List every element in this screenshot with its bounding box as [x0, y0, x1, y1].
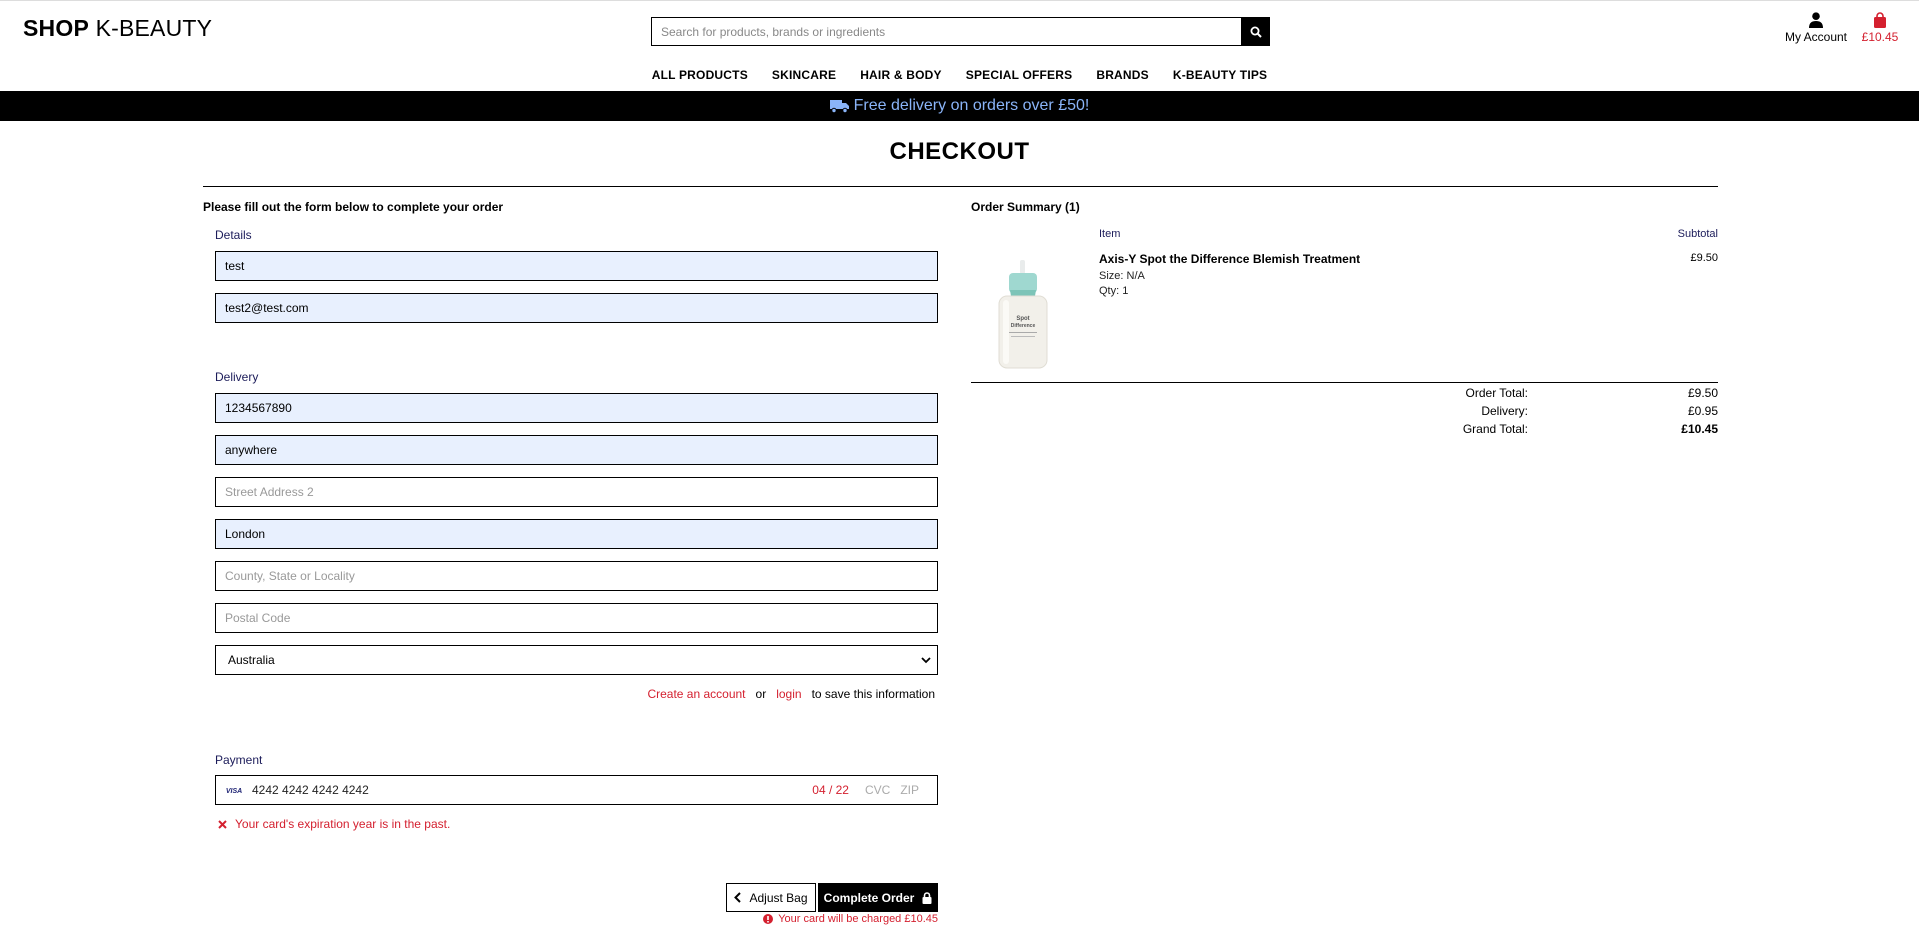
full-name-field[interactable]: test	[215, 251, 938, 281]
login-link[interactable]: login	[776, 687, 801, 701]
product-subtotal: £9.50	[1690, 252, 1718, 264]
top-border	[0, 0, 1919, 1]
item-column-header: Item	[1099, 228, 1121, 240]
phone-value: 1234567890	[225, 401, 292, 415]
card-zip-placeholder: ZIP	[900, 783, 919, 797]
form-intro: Please fill out the form below to comple…	[203, 200, 504, 214]
card-number-value: 4242 4242 4242 4242	[252, 783, 369, 797]
order-total-value: £9.50	[1687, 386, 1718, 400]
card-expiry-value: 04 / 22	[812, 783, 849, 797]
form-actions: Adjust Bag Complete Order	[726, 883, 938, 912]
svg-text:Difference: Difference	[1011, 323, 1036, 329]
create-account-link[interactable]: Create an account	[647, 687, 745, 701]
delivery-banner: Free delivery on orders over £50!	[0, 91, 1919, 121]
charge-note: Your card will be charged £10.45	[203, 913, 938, 925]
cart-total: £10.45	[1861, 30, 1899, 44]
logo-bold: SHOP	[23, 15, 89, 41]
truck-icon	[829, 100, 849, 113]
card-cvc-placeholder: CVC	[864, 783, 891, 797]
nav-skincare[interactable]: SKINCARE	[772, 68, 836, 82]
email-field[interactable]: test2@test.com	[215, 293, 938, 323]
main-nav: ALL PRODUCTS SKINCARE HAIR & BODY SPECIA…	[0, 68, 1919, 82]
street-address-1-value: anywhere	[225, 443, 278, 457]
banner-text: Free delivery on orders over £50!	[853, 97, 1090, 114]
complete-order-button[interactable]: Complete Order	[818, 883, 938, 912]
chevron-down-icon	[921, 657, 931, 664]
my-account-link[interactable]: My Account	[1776, 12, 1856, 44]
details-label: Details	[215, 228, 252, 242]
card-element[interactable]: VISA 4242 4242 4242 4242 04 / 22 CVC ZIP	[215, 775, 938, 805]
title-divider	[203, 186, 1718, 187]
nav-brands[interactable]: BRANDS	[1096, 68, 1149, 82]
search-bar	[651, 17, 1270, 46]
delivery-label: Delivery	[215, 370, 259, 384]
visa-brand-text: VISA	[226, 788, 242, 795]
nav-hair-body[interactable]: HAIR & BODY	[860, 68, 942, 82]
search-icon	[1250, 26, 1262, 38]
county-field[interactable]: County, State or Locality	[215, 561, 938, 591]
chevron-left-icon	[734, 892, 742, 903]
order-summary: Order Summary (1) Item Subtotal Spot Dif…	[971, 200, 1718, 436]
grand-total-label: Grand Total:	[1462, 422, 1528, 436]
lock-icon	[922, 891, 932, 904]
error-x-icon	[218, 819, 227, 829]
country-value: Australia	[228, 653, 275, 667]
checkout-form: Please fill out the form below to comple…	[203, 200, 938, 925]
email-value: test2@test.com	[225, 301, 309, 315]
full-name-value: test	[225, 259, 245, 273]
card-error-text: Your card's expiration year is in the pa…	[235, 817, 451, 831]
order-summary-title: Order Summary (1)	[971, 200, 1080, 214]
street-address-1-field[interactable]: anywhere	[215, 435, 938, 465]
product-qty: Qty: 1	[1099, 285, 1129, 297]
card-error: Your card's expiration year is in the pa…	[218, 817, 450, 831]
nav-kbeauty-tips[interactable]: K-BEAUTY TIPS	[1173, 68, 1267, 82]
page-title: CHECKOUT	[889, 138, 1030, 165]
logo-rest: K-BEAUTY	[88, 15, 213, 41]
grand-total-value: £10.45	[1681, 422, 1718, 436]
street-address-2-field[interactable]: Street Address 2	[215, 477, 938, 507]
country-select[interactable]: Australia	[215, 645, 938, 675]
search-input[interactable]	[651, 17, 1241, 46]
adjust-bag-button[interactable]: Adjust Bag	[726, 883, 816, 912]
summary-divider	[971, 382, 1718, 383]
payment-label: Payment	[215, 753, 263, 767]
phone-field[interactable]: 1234567890	[215, 393, 938, 423]
product-image[interactable]: Spot Difference	[993, 260, 1053, 370]
bag-icon	[1874, 12, 1886, 28]
adjust-bag-label: Adjust Bag	[749, 890, 808, 905]
county-placeholder: County, State or Locality	[225, 569, 355, 583]
charge-note-text: Your card will be charged £10.45	[778, 913, 938, 925]
delivery-cost-value: £0.95	[1687, 404, 1718, 418]
user-icon	[1809, 12, 1823, 28]
order-total-label: Order Total:	[1465, 386, 1528, 400]
town-value: London	[225, 527, 266, 541]
my-account-label: My Account	[1784, 30, 1848, 44]
save-suffix: to save this information	[811, 687, 935, 701]
site-logo[interactable]: SHOP K-BEAUTY	[23, 15, 212, 42]
save-info-text: Create an account or login to save this …	[203, 687, 935, 701]
product-size: Size: N/A	[1099, 270, 1145, 282]
product-name[interactable]: Axis-Y Spot the Difference Blemish Treat…	[1099, 252, 1360, 266]
postcode-field[interactable]: Postal Code	[215, 603, 938, 633]
search-button[interactable]	[1241, 17, 1270, 46]
shopping-bag-link[interactable]: £10.45	[1856, 12, 1904, 44]
complete-order-label: Complete Order	[823, 890, 915, 905]
street-address-2-placeholder: Street Address 2	[225, 485, 314, 499]
town-field[interactable]: London	[215, 519, 938, 549]
delivery-cost-label: Delivery:	[1481, 404, 1528, 418]
subtotal-column-header: Subtotal	[1677, 228, 1718, 240]
or-text: or	[755, 687, 767, 701]
nav-special-offers[interactable]: SPECIAL OFFERS	[966, 68, 1073, 82]
postcode-placeholder: Postal Code	[225, 611, 291, 625]
nav-all-products[interactable]: ALL PRODUCTS	[652, 68, 748, 82]
visa-icon: VISA	[224, 785, 244, 795]
alert-circle-icon	[763, 914, 774, 924]
svg-text:Spot: Spot	[1016, 316, 1029, 322]
